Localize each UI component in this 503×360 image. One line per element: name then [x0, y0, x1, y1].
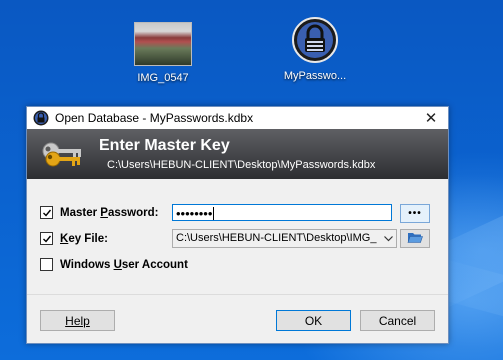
- folder-open-icon: [407, 231, 423, 247]
- browse-key-file-button[interactable]: [400, 229, 430, 248]
- dialog-titlebar[interactable]: Open Database - MyPasswords.kdbx ✕: [27, 107, 448, 129]
- banner-database-path: C:\Users\HEBUN-CLIENT\Desktop\MyPassword…: [107, 159, 376, 171]
- chevron-down-icon: [380, 230, 396, 247]
- image-thumbnail-icon: [134, 22, 192, 66]
- show-password-button[interactable]: •••: [400, 204, 430, 223]
- cancel-button-label: Cancel: [378, 313, 417, 328]
- master-password-checkbox[interactable]: [40, 206, 53, 219]
- password-mask: ••••••••: [176, 206, 213, 221]
- label-text: assword:: [107, 206, 159, 219]
- divider: [27, 294, 448, 295]
- key-file-select[interactable]: C:\Users\HEBUN-CLIENT\Desktop\IMG_: [172, 229, 397, 248]
- desktop-icon-label: IMG_0547: [137, 72, 189, 84]
- key-file-value: C:\Users\HEBUN-CLIENT\Desktop\IMG_: [176, 232, 377, 244]
- label-accelerator: U: [113, 258, 122, 271]
- open-database-dialog: Open Database - MyPasswords.kdbx ✕ Enter…: [26, 106, 449, 344]
- desktop-icon-img[interactable]: IMG_0547: [123, 22, 203, 84]
- keepass-app-icon: [33, 110, 49, 126]
- keepass-lock-icon: [291, 16, 339, 64]
- banner-heading: Enter Master Key: [99, 137, 230, 154]
- key-file-row: Key File:: [40, 232, 108, 245]
- dots-icon: •••: [408, 208, 422, 219]
- dialog-banner: Enter Master Key C:\Users\HEBUN-CLIENT\D…: [27, 129, 448, 179]
- close-button[interactable]: ✕: [414, 107, 448, 129]
- dialog-title: Open Database - MyPasswords.kdbx: [55, 111, 254, 125]
- key-file-label: Key File:: [60, 233, 108, 245]
- text-caret: [213, 207, 215, 220]
- close-icon: ✕: [424, 110, 438, 127]
- ok-button[interactable]: OK: [276, 310, 351, 331]
- desktop-icon-keepass-db[interactable]: MyPasswo...: [275, 16, 355, 82]
- ok-button-label: OK: [304, 313, 323, 328]
- help-button-label: Help: [65, 313, 90, 328]
- checkmark-icon: [42, 209, 51, 217]
- windows-account-checkbox[interactable]: [40, 258, 53, 271]
- windows-account-label: Windows User Account: [60, 259, 188, 271]
- key-file-checkbox[interactable]: [40, 232, 53, 245]
- checkmark-icon: [42, 235, 51, 243]
- cancel-button[interactable]: Cancel: [360, 310, 435, 331]
- label-text: Master: [60, 206, 101, 219]
- label-text: ser Account: [121, 258, 188, 271]
- label-text: ey File:: [68, 232, 108, 245]
- desktop-icon-label: MyPasswo...: [283, 70, 347, 82]
- master-password-input[interactable]: ••••••••: [172, 204, 392, 221]
- label-accelerator: P: [100, 206, 108, 219]
- master-password-row: Master Password:: [40, 206, 158, 219]
- master-password-label: Master Password:: [60, 207, 158, 219]
- windows-account-row: Windows User Account: [40, 258, 188, 271]
- label-text: Windows: [60, 258, 114, 271]
- help-button[interactable]: Help: [40, 310, 115, 331]
- keys-icon: [39, 139, 87, 171]
